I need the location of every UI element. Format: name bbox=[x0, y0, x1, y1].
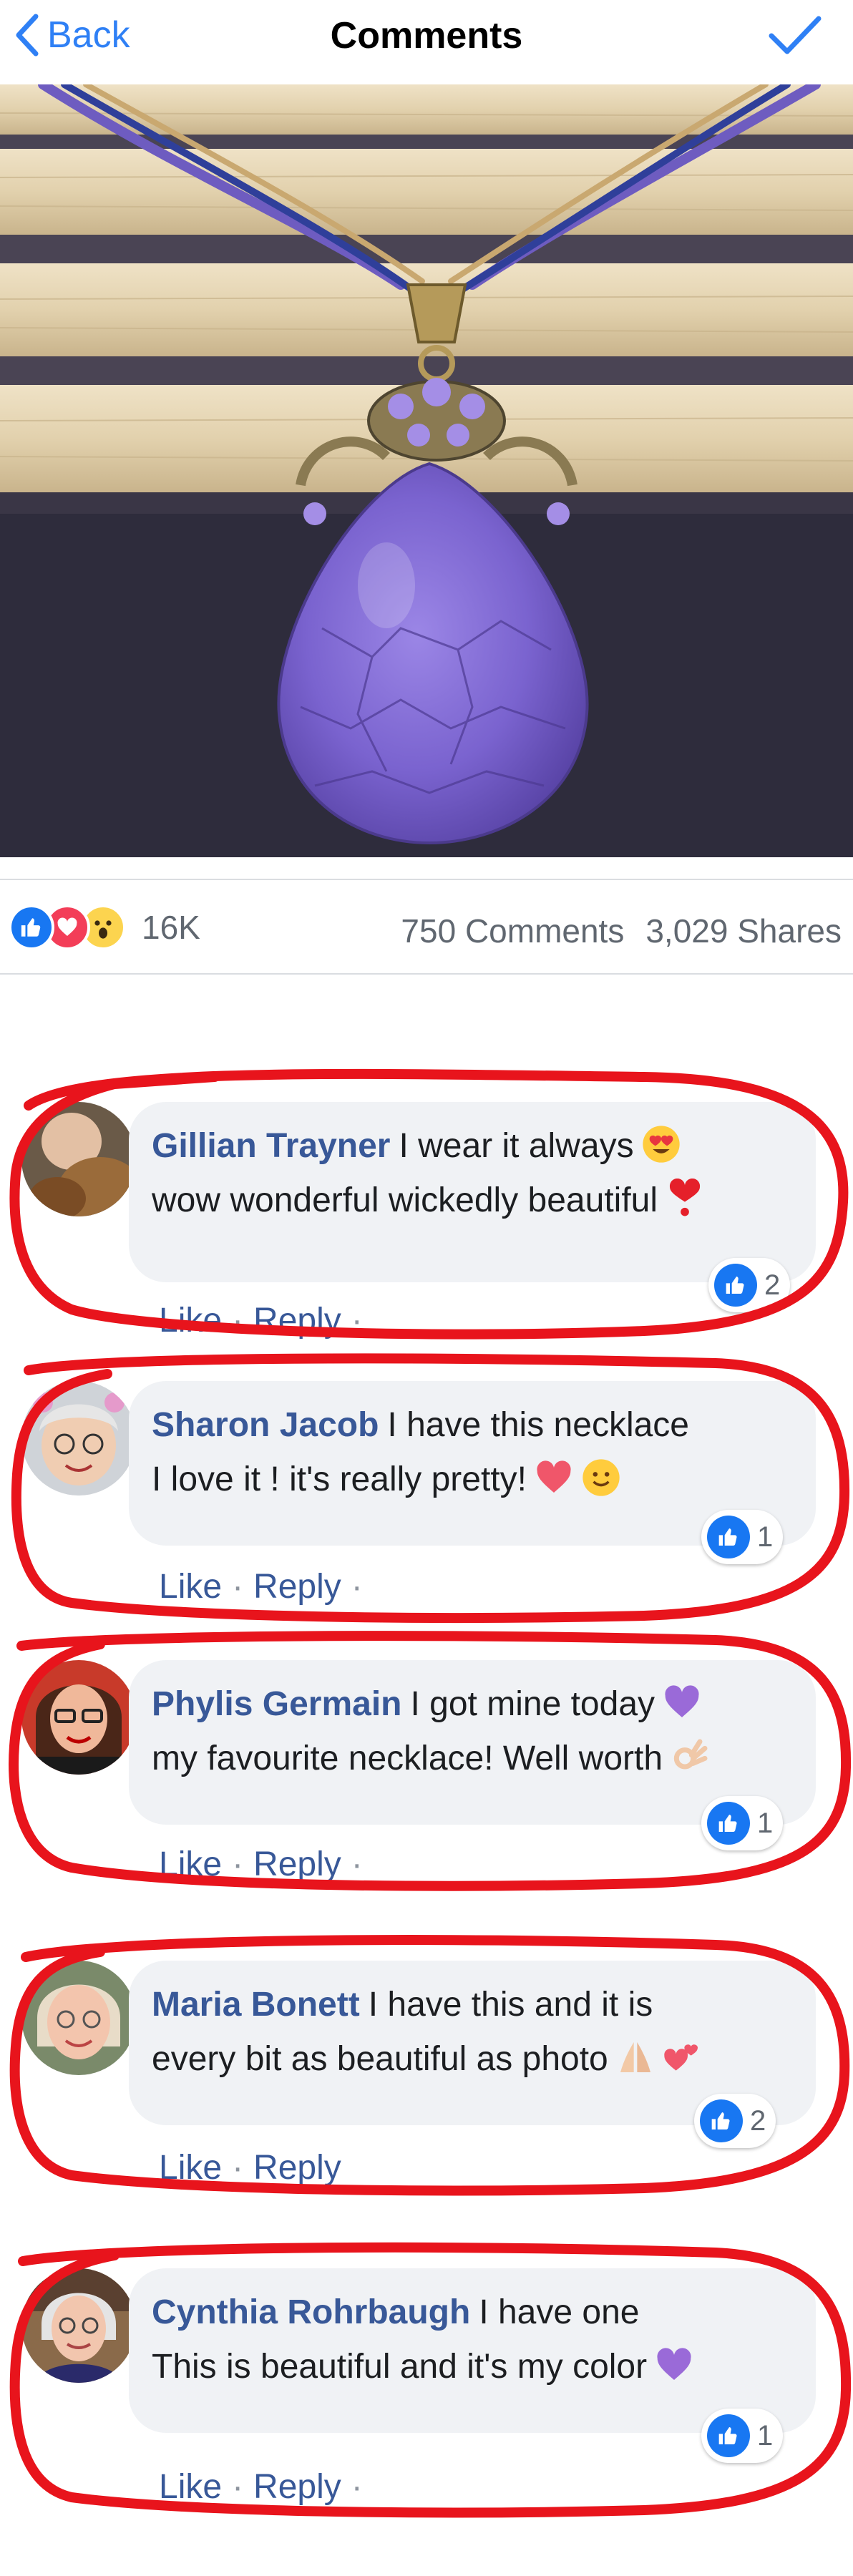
comment-bubble: Cynthia Rohrbaugh I have one This is beau… bbox=[129, 2268, 816, 2433]
comment-like-count[interactable]: 2 bbox=[708, 1258, 791, 1312]
avatar[interactable] bbox=[21, 2268, 136, 2383]
comment-text: I got mine today bbox=[410, 1685, 655, 1723]
comment-bubble: Gillian Trayner I wear it always wow wond… bbox=[129, 1102, 816, 1282]
comment-text: I love it ! it's really pretty! bbox=[152, 1460, 527, 1498]
comment-text: every bit as beautiful as photo bbox=[152, 2040, 608, 2078]
comment-actions: Like · Reply · bbox=[159, 1302, 363, 1340]
like-button[interactable]: Like bbox=[159, 2149, 222, 2187]
thumbs-up-icon bbox=[714, 1264, 757, 1307]
comment-author[interactable]: Cynthia Rohrbaugh bbox=[152, 2293, 470, 2331]
thumbs-up-icon bbox=[700, 2099, 743, 2142]
like-button[interactable]: Like bbox=[159, 2468, 222, 2506]
reply-button[interactable]: Reply bbox=[253, 2149, 341, 2187]
like-count-number: 1 bbox=[757, 2419, 774, 2451]
praying-hands-emoji-icon bbox=[620, 2042, 650, 2072]
shares-count[interactable]: 3,029 Shares bbox=[645, 912, 842, 950]
comment-like-count[interactable]: 1 bbox=[701, 2409, 784, 2463]
comment-text: I have this and it is bbox=[368, 1986, 653, 2024]
ok-hand-emoji-icon bbox=[673, 1739, 708, 1770]
heart-eyes-emoji-icon bbox=[642, 1126, 680, 1163]
heart-emoji-icon bbox=[537, 1460, 571, 1493]
reaction-count: 16K bbox=[142, 909, 200, 946]
like-button[interactable]: Like bbox=[159, 1568, 222, 1606]
like-button[interactable]: Like bbox=[159, 1302, 222, 1340]
comment-text: wow wonderful wickedly beautiful bbox=[152, 1181, 658, 1219]
navigation-bar: Back Comments bbox=[0, 0, 853, 84]
comment-actions: Like · Reply · bbox=[159, 1568, 363, 1606]
comments-count[interactable]: 750 Comments bbox=[401, 912, 624, 950]
reply-button[interactable]: Reply bbox=[253, 1302, 341, 1340]
comment-actions: Like · Reply · bbox=[159, 1845, 363, 1883]
two-hearts-emoji-icon bbox=[663, 2044, 698, 2071]
comment-author[interactable]: Sharon Jacob bbox=[152, 1406, 379, 1444]
purple-heart-emoji-icon bbox=[657, 2348, 691, 2380]
comment-author[interactable]: Maria Bonett bbox=[152, 1986, 360, 2024]
page-title: Comments bbox=[330, 15, 523, 57]
comment-text: This is beautiful and it's my color bbox=[152, 2348, 648, 2386]
thumbs-up-icon bbox=[707, 1802, 750, 1845]
avatar[interactable] bbox=[21, 1961, 136, 2075]
comment-text: I wear it always bbox=[399, 1127, 634, 1165]
comment-author[interactable]: Phylis Germain bbox=[152, 1685, 401, 1723]
comment-text: I have one bbox=[479, 2293, 640, 2331]
like-count-number: 2 bbox=[750, 2104, 766, 2137]
like-count-number: 1 bbox=[757, 1807, 774, 1839]
post-stats-bar: 16K 750 Comments 3,029 Shares bbox=[0, 879, 853, 975]
reply-button[interactable]: Reply bbox=[253, 2468, 341, 2506]
comment-actions: Like · Reply bbox=[159, 2149, 341, 2187]
like-button[interactable]: Like bbox=[159, 1845, 222, 1883]
comment-text: I have this necklace bbox=[387, 1406, 689, 1444]
purple-heart-emoji-icon bbox=[665, 1685, 699, 1717]
reply-button[interactable]: Reply bbox=[253, 1845, 341, 1883]
comment-author[interactable]: Gillian Trayner bbox=[152, 1127, 390, 1165]
avatar[interactable] bbox=[21, 1381, 136, 1496]
reply-button[interactable]: Reply bbox=[253, 1568, 341, 1606]
smiley-emoji-icon bbox=[583, 1459, 620, 1496]
checkmark-icon[interactable] bbox=[767, 13, 823, 57]
comment-actions: Like · Reply · bbox=[159, 2468, 363, 2506]
thumbs-up-icon bbox=[707, 1516, 750, 1558]
avatar[interactable] bbox=[21, 1102, 136, 1216]
comment-text: my favourite necklace! Well worth bbox=[152, 1740, 663, 1777]
comment-like-count[interactable]: 1 bbox=[701, 1510, 784, 1564]
avatar[interactable] bbox=[21, 1660, 136, 1775]
comment-like-count[interactable]: 2 bbox=[694, 2094, 776, 2148]
thumbs-up-icon bbox=[707, 2414, 750, 2457]
necklace-photo bbox=[0, 84, 853, 857]
like-count-number: 1 bbox=[757, 1521, 774, 1553]
like-reaction-icon bbox=[9, 904, 54, 950]
reactions-summary[interactable]: 16K bbox=[9, 904, 200, 950]
comment-like-count[interactable]: 1 bbox=[701, 1796, 784, 1850]
heart-exclamation-icon bbox=[670, 1179, 701, 1216]
like-count-number: 2 bbox=[764, 1269, 781, 1301]
